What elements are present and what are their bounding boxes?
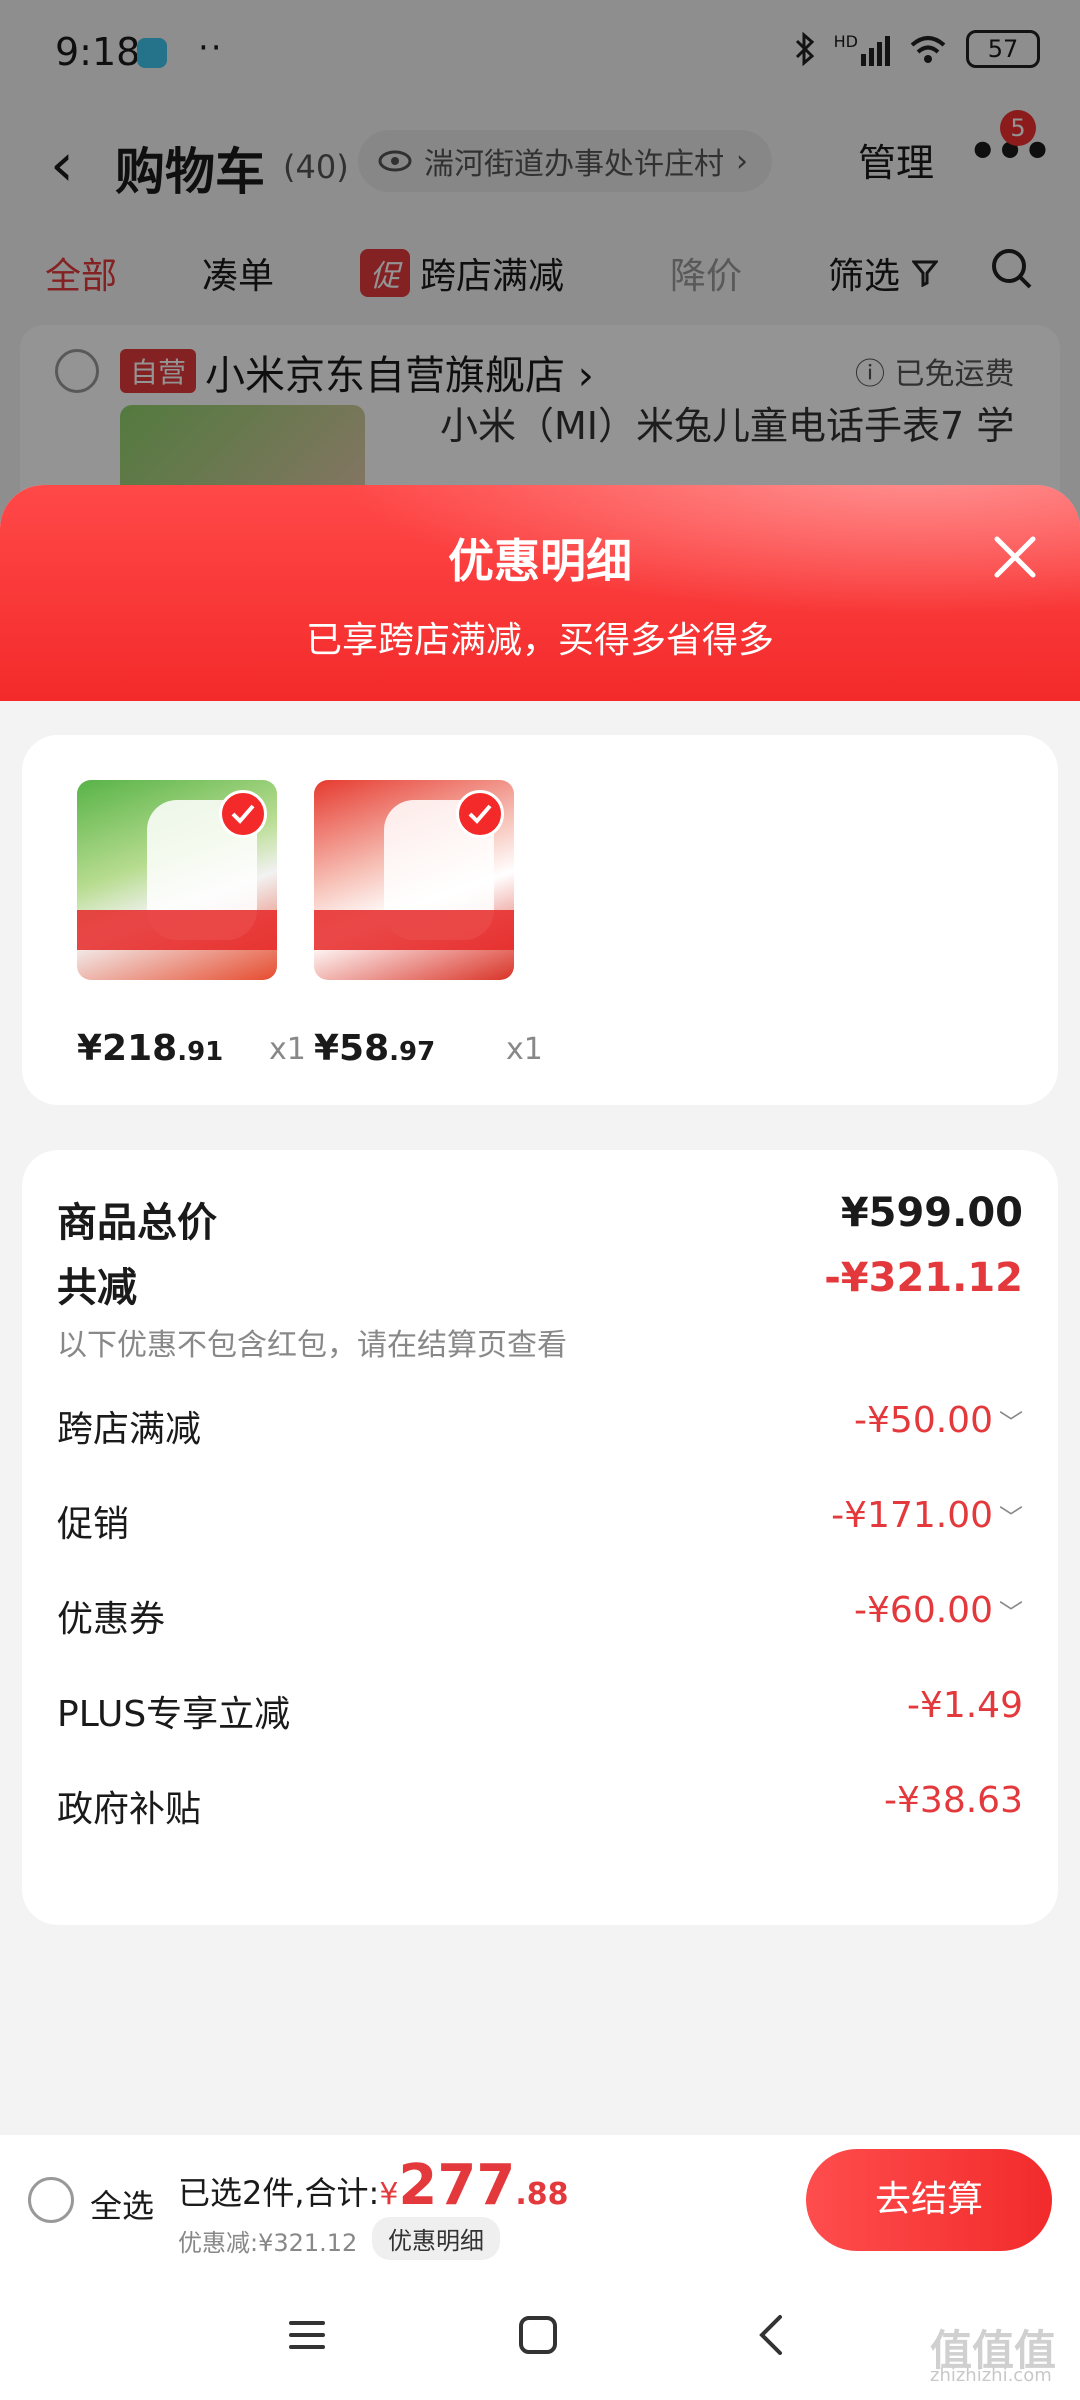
total-decimal: .88: [515, 2177, 569, 2212]
modal-overlay[interactable]: [0, 0, 1080, 540]
item-price-int: ¥58: [314, 1028, 390, 1069]
filter-product-image: [314, 780, 514, 980]
menu-icon[interactable]: [277, 2305, 337, 2365]
total-row: 商品总价 ¥599.00: [57, 1190, 1023, 1246]
currency-symbol: ¥: [379, 2177, 399, 2212]
item-price-dec: .91: [177, 1037, 224, 1067]
chevron-down-icon[interactable]: ﹀: [999, 1593, 1023, 1628]
total-value: ¥599.00: [840, 1190, 1023, 1236]
discount-note: 以下优惠不包含红包，请在结算页查看: [57, 1328, 567, 1363]
total-integer: 277: [398, 2153, 516, 2218]
checkout-button[interactable]: 去结算: [806, 2149, 1052, 2251]
item-quantity: x1: [269, 1032, 306, 1067]
reduce-value: -¥321.12: [824, 1255, 1023, 1301]
total-label: 商品总价: [57, 1200, 217, 1246]
discount-value: -¥171.00 ﹀: [831, 1495, 1023, 1536]
discount-label: 优惠券: [57, 1599, 166, 1640]
select-all-radio[interactable]: [28, 2177, 74, 2223]
checked-icon: [456, 790, 504, 838]
checkout-bar: 全选 已选2件,合计:¥277.88 优惠减:¥321.12 优惠明细 去结算: [0, 2135, 1080, 2265]
discount-label: PLUS专享立减: [57, 1694, 291, 1735]
discount-amount: -¥171.00: [831, 1495, 993, 1536]
item-price-dec: .97: [389, 1037, 436, 1067]
discount-detail-button[interactable]: 优惠明细: [372, 2217, 500, 2260]
reduce-row: 共减 -¥321.12: [57, 1255, 1023, 1311]
selection-summary: 已选2件,合计:¥277.88: [178, 2153, 568, 2218]
discount-detail-sheet: 优惠明细 已享跨店满减，买得多省得多 ¥218.91 x1 ¥58.97 x1: [0, 485, 1080, 2135]
item-price: ¥218.91: [77, 1028, 223, 1069]
selected-item[interactable]: ¥58.97 x1: [314, 780, 543, 1069]
discount-row-coupon[interactable]: 优惠券 -¥60.00 ﹀: [57, 1590, 1023, 1640]
selected-item[interactable]: ¥218.91 x1: [77, 780, 306, 1069]
item-quantity: x1: [506, 1032, 543, 1067]
discount-label: 促销: [57, 1504, 130, 1545]
sheet-title: 优惠明细: [448, 534, 632, 588]
cart-page-background: 9:18 ·· HD 57 ‹ 购物车 (40) 湍河街道办事处许庄村 › 管理…: [0, 0, 1080, 555]
discount-row-cross-store[interactable]: 跨店满减 -¥50.00 ﹀: [57, 1400, 1023, 1450]
summary-prefix: 已选2件,合计:: [178, 2174, 380, 2212]
close-icon[interactable]: [985, 527, 1045, 587]
discount-value: -¥1.49: [906, 1685, 1023, 1726]
discount-value: -¥38.63: [884, 1780, 1023, 1821]
sheet-subtitle: 已享跨店满减，买得多省得多: [305, 620, 774, 661]
discount-row-promotion[interactable]: 促销 -¥171.00 ﹀: [57, 1495, 1023, 1545]
chevron-down-icon[interactable]: ﹀: [999, 1403, 1023, 1438]
discount-label: 跨店满减: [57, 1409, 202, 1450]
checked-icon: [219, 790, 267, 838]
back-nav-icon[interactable]: [742, 2305, 802, 2365]
discount-label: 政府补贴: [57, 1789, 202, 1830]
discount-value: -¥50.00 ﹀: [854, 1400, 1023, 1441]
item-price: ¥58.97: [314, 1028, 435, 1069]
reduce-label: 共减: [57, 1265, 137, 1311]
home-icon[interactable]: [508, 2305, 568, 2365]
discount-row-plus: PLUS专享立减 -¥1.49: [57, 1685, 1023, 1735]
discount-amount: -¥60.00: [854, 1590, 993, 1631]
discount-row-subsidy: 政府补贴 -¥38.63: [57, 1780, 1023, 1830]
watermark-url: zhizhizhi.com: [930, 2365, 1052, 2386]
chevron-down-icon[interactable]: ﹀: [999, 1498, 1023, 1533]
select-all-label[interactable]: 全选: [90, 2181, 154, 2227]
price-breakdown-card: 商品总价 ¥599.00 共减 -¥321.12 以下优惠不包含红包，请在结算页…: [22, 1150, 1058, 1925]
discount-value: -¥60.00 ﹀: [854, 1590, 1023, 1631]
camera-product-image: [77, 780, 277, 980]
discount-amount: -¥50.00: [854, 1400, 993, 1441]
item-price-int: ¥218: [77, 1028, 178, 1069]
sheet-header: 优惠明细 已享跨店满减，买得多省得多: [0, 485, 1080, 701]
selected-items-card: ¥218.91 x1 ¥58.97 x1: [22, 735, 1058, 1105]
system-nav-bar: 值值值 zhizhizhi.com: [0, 2265, 1080, 2400]
saved-amount: 优惠减:¥321.12: [178, 2229, 358, 2257]
